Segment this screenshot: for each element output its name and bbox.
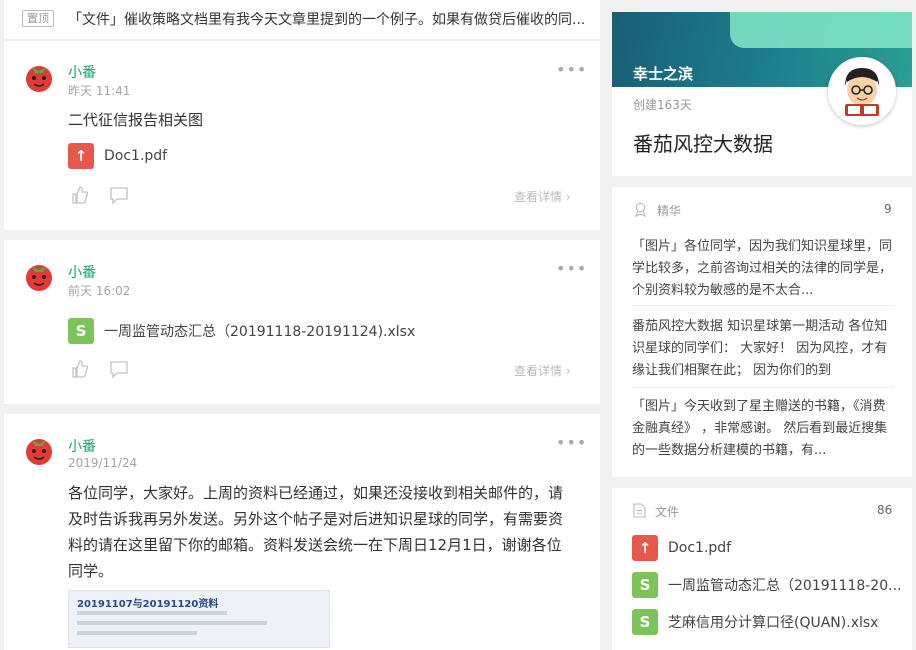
more-options-icon[interactable]: •••: [556, 433, 587, 452]
owner-avatar-icon[interactable]: [828, 57, 896, 125]
essence-label: 精华: [657, 204, 682, 218]
essence-count[interactable]: 9: [884, 202, 892, 216]
post-text: 各位同学，大家好。上周的资料已经通过，如果还没接收到相关邮件的，请及时告诉我再另…: [68, 484, 564, 580]
view-details-link[interactable]: 查看详情 ›: [514, 362, 571, 379]
post-image-line: [77, 621, 267, 625]
planet-title[interactable]: 番茄风控大数据: [633, 128, 773, 157]
chevron-right-icon: ›: [562, 364, 571, 378]
like-icon[interactable]: [70, 185, 90, 205]
pinned-badge: 置顶: [22, 10, 54, 27]
spreadsheet-file-icon: S: [68, 318, 94, 344]
more-options-icon[interactable]: •••: [556, 259, 587, 278]
comment-icon[interactable]: [109, 359, 129, 379]
sidebar-file-name: Doc1.pdf: [668, 540, 732, 556]
comment-icon[interactable]: [109, 185, 129, 205]
post-image-line: [77, 611, 227, 615]
post-time: 昨天 11:41: [68, 84, 131, 98]
chevron-right-icon: ›: [562, 190, 571, 204]
pinned-text[interactable]: 「文件」催收策略文档里有我今天文章里提到的一个例子。如果有做贷后催收的同...: [68, 9, 588, 29]
essence-item[interactable]: 「图片」各位同学，因为我们知识星球里，同学比较多，之前咨询过相关的法律的同学是，…: [632, 236, 894, 302]
tomato-avatar-icon[interactable]: [22, 259, 56, 293]
files-label: 文件: [655, 505, 680, 519]
post-file-name: Doc1.pdf: [104, 148, 168, 164]
sidebar-file-item[interactable]: S 一周监管动态汇总（20191118-20...: [632, 572, 901, 598]
post-time: 前天 16:02: [68, 284, 131, 298]
post-time: 2019/11/24: [68, 456, 138, 470]
sidebar-file-item[interactable]: ↑ Doc1.pdf: [632, 535, 731, 561]
post-author[interactable]: 小番: [68, 62, 96, 82]
spreadsheet-file-icon: S: [632, 609, 658, 635]
spreadsheet-file-icon: S: [632, 572, 658, 598]
sidebar-file-name: 芝麻信用分计算口径(QUAN).xlsx: [668, 615, 879, 631]
post-file[interactable]: S 一周监管动态汇总（20191118-20191124).xlsx: [68, 318, 415, 344]
sidebar-file-name: 一周监管动态汇总（20191118-20...: [668, 578, 902, 594]
view-details-label: 查看详情: [514, 364, 563, 378]
more-options-icon[interactable]: •••: [556, 60, 587, 79]
essence-item[interactable]: 番茄风控大数据 知识星球第一期活动 各位知识星球的同学们： 大家好！ 因为风控，…: [632, 316, 894, 382]
tomato-avatar-icon[interactable]: [22, 433, 56, 467]
essence-divider: [632, 387, 894, 388]
sidebar-file-item[interactable]: S 芝麻信用分计算口径(QUAN).xlsx: [632, 609, 878, 635]
view-details-label: 查看详情: [514, 190, 563, 204]
like-icon[interactable]: [70, 359, 90, 379]
post-author[interactable]: 小番: [68, 436, 96, 456]
tomato-avatar-icon[interactable]: [22, 60, 56, 94]
post-image-line: [77, 631, 197, 635]
planet-owner-name[interactable]: 幸士之滨: [633, 63, 693, 84]
post-image[interactable]: 20191107与20191120资料: [68, 590, 330, 648]
post-author[interactable]: 小番: [68, 262, 96, 282]
view-details-link[interactable]: 查看详情 ›: [514, 188, 571, 205]
essence-divider: [632, 305, 894, 306]
planet-created-days: 创建163天: [633, 98, 692, 112]
pdf-file-icon: ↑: [68, 143, 94, 169]
file-section-icon: [633, 503, 646, 518]
post-file-name: 一周监管动态汇总（20191118-20191124).xlsx: [104, 324, 416, 340]
essence-item[interactable]: 「图片」今天收到了星主赠送的书籍，《消费金融真经》 ，非常感谢。 然后看到最近搜…: [632, 396, 894, 462]
files-count[interactable]: 86: [877, 503, 892, 517]
essence-icon: [634, 202, 647, 217]
pdf-file-icon: ↑: [632, 535, 658, 561]
post-text: 二代征信报告相关图: [68, 111, 204, 129]
post-file[interactable]: ↑ Doc1.pdf: [68, 143, 167, 169]
post-image-title: 20191107与20191120资料: [77, 599, 219, 610]
